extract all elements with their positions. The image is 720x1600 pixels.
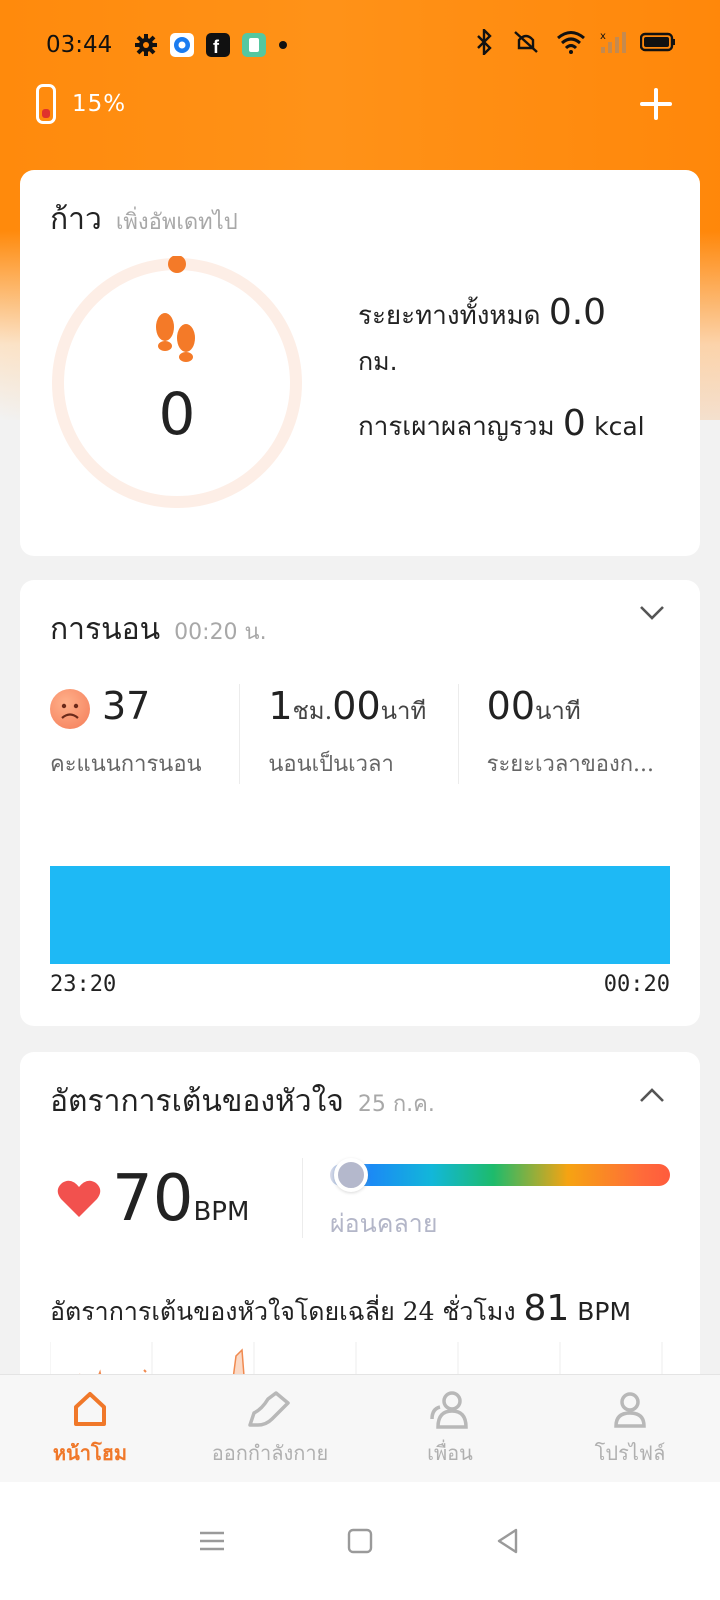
nav-friends-label: เพื่อน	[427, 1441, 473, 1465]
sleep-period: 00 นาที ระยะเวลาของก...	[457, 684, 676, 784]
heart-icon	[57, 1180, 101, 1217]
calories-value: 0	[562, 403, 586, 444]
dot-icon	[278, 40, 288, 50]
nav-home-label: หน้าโฮม	[52, 1441, 128, 1465]
back-icon[interactable]	[494, 1527, 522, 1555]
heart-title: อัตราการเต้นของหัวใจ	[50, 1084, 344, 1119]
wifi-icon	[556, 30, 586, 60]
app-icon	[170, 33, 195, 57]
facebook-icon: f	[206, 33, 231, 57]
battery-icon	[639, 32, 676, 58]
svg-text:x: x	[600, 31, 606, 42]
bpm-unit: BPM	[193, 1197, 250, 1227]
gear-icon	[134, 33, 158, 57]
sleep-start-time: 23:20	[50, 972, 117, 997]
sleep-duration-minutes: 00	[332, 684, 381, 728]
steps-progress-dot	[168, 256, 186, 273]
steps-info: ระยะทางทั้งหมด 0.0 กม. การเผาผลาญรวม 0 k…	[358, 290, 678, 450]
signal-icon: x	[600, 30, 626, 60]
sleep-title-row: การนอน 00:20 น.	[50, 606, 267, 653]
heart-rate-card[interactable]: อัตราการเต้นของหัวใจ 25 ก.ค. 70 BPM ผ่อนค…	[20, 1052, 700, 1402]
sad-face-icon	[50, 689, 90, 729]
system-nav-bar	[0, 1482, 720, 1600]
menu-icon[interactable]	[198, 1527, 226, 1555]
status-time: 03:44	[46, 32, 113, 58]
avg-heart-unit: BPM	[577, 1297, 632, 1326]
steps-count: 0	[158, 380, 196, 448]
mute-icon	[510, 29, 542, 61]
sleep-score-label: คะแนนการนอน	[50, 752, 202, 777]
sleep-duration-hours: 1	[268, 684, 293, 728]
footsteps-icon	[156, 313, 195, 362]
sleep-stats: 37 คะแนนการนอน 1 ชม. 00 นาที นอนเป็นเวลา 00…	[50, 684, 676, 784]
sleep-duration-hours-unit: ชม.	[292, 697, 333, 725]
nav-profile[interactable]: โปรไฟล์	[540, 1375, 720, 1482]
nav-workout-label: ออกกำลังกาย	[211, 1441, 329, 1465]
steps-title: ก้าว	[50, 202, 102, 237]
calories-label: การเผาผลาญรวม	[358, 412, 555, 442]
steps-subtitle: เพิ่งอัพเดทไป	[115, 210, 238, 235]
sleep-period-label: ระยะเวลาของก...	[486, 752, 654, 777]
shoe-icon	[248, 1391, 290, 1427]
sleep-duration-label: นอนเป็นเวลา	[268, 752, 394, 777]
sleep-end-time: 00:20	[603, 972, 670, 997]
sleep-duration-minutes-unit: นาที	[380, 697, 427, 725]
distance-row: ระยะทางทั้งหมด 0.0 กม.	[358, 290, 678, 385]
sleep-period-unit: นาที	[535, 697, 581, 725]
status-bar: 03:44 f x	[46, 27, 676, 62]
distance-unit: กม.	[358, 347, 398, 376]
svg-text:f: f	[213, 37, 220, 57]
app-icon	[242, 33, 267, 57]
bottom-nav: หน้าโฮม ออกกำลังกาย เพื่อน โปรไฟล์	[0, 1374, 720, 1482]
home-square-icon[interactable]	[346, 1527, 374, 1555]
sleep-title: การนอน	[50, 612, 161, 647]
avg-heart-value: 81	[523, 1288, 570, 1329]
band-battery-icon[interactable]	[36, 84, 56, 124]
sleep-card[interactable]: การนอน 00:20 น. 37 คะแนนการนอน 1 ชม. 00 นาที…	[20, 580, 700, 1026]
heart-zone-bar	[330, 1164, 670, 1186]
bpm-value: 70	[112, 1162, 194, 1236]
steps-card[interactable]: ก้าว เพิ่งอัพเดทไป 0 ระยะทางทั้งหมด 0.0 ก…	[20, 170, 700, 556]
sleep-duration: 1 ชม. 00 นาที นอนเป็นเวลา	[239, 684, 457, 784]
band-battery-percent[interactable]: 15%	[72, 91, 126, 117]
sleep-subtitle: 00:20 น.	[174, 620, 267, 645]
avg-heart-label: อัตราการเต้นของหัวใจโดยเฉลี่ย 24 ชั่วโมง	[50, 1297, 516, 1326]
calories-row: การเผาผลาญรวม 0 kcal	[358, 401, 678, 450]
sleep-stage-bar	[50, 866, 670, 964]
sleep-period-minutes: 00	[486, 684, 536, 728]
heart-zone-indicator	[334, 1158, 368, 1192]
current-bpm: 70 BPM	[56, 1162, 249, 1236]
heart-zone-label: ผ่อนคลาย	[330, 1209, 438, 1238]
sleep-score-value: 37	[102, 684, 151, 728]
heart-subtitle: 25 ก.ค.	[357, 1092, 435, 1117]
divider	[302, 1158, 303, 1238]
nav-home[interactable]: หน้าโฮม	[0, 1375, 180, 1482]
distance-label: ระยะทางทั้งหมด	[358, 301, 541, 331]
nav-profile-label: โปรไฟล์	[594, 1441, 666, 1465]
steps-title-row: ก้าว เพิ่งอัพเดทไป	[50, 196, 238, 243]
chevron-up-icon[interactable]	[638, 1082, 666, 1110]
bluetooth-icon	[472, 27, 496, 61]
sleep-score: 37 คะแนนการนอน	[50, 684, 239, 784]
add-button[interactable]	[636, 84, 676, 124]
nav-friends[interactable]: เพื่อน	[360, 1375, 540, 1482]
device-row: 15%	[36, 82, 676, 126]
distance-value: 0.0	[548, 292, 607, 333]
nav-workout[interactable]: ออกกำลังกาย	[180, 1375, 360, 1482]
friends-icon	[430, 1391, 468, 1429]
home-icon	[74, 1392, 106, 1426]
profile-icon	[614, 1392, 646, 1428]
avg-heart-rate: อัตราการเต้นของหัวใจโดยเฉลี่ย 24 ชั่วโมง…	[50, 1288, 631, 1332]
heart-title-row: อัตราการเต้นของหัวใจ 25 ก.ค.	[50, 1078, 435, 1125]
calories-unit: kcal	[594, 412, 645, 441]
chevron-down-icon[interactable]	[638, 598, 666, 626]
